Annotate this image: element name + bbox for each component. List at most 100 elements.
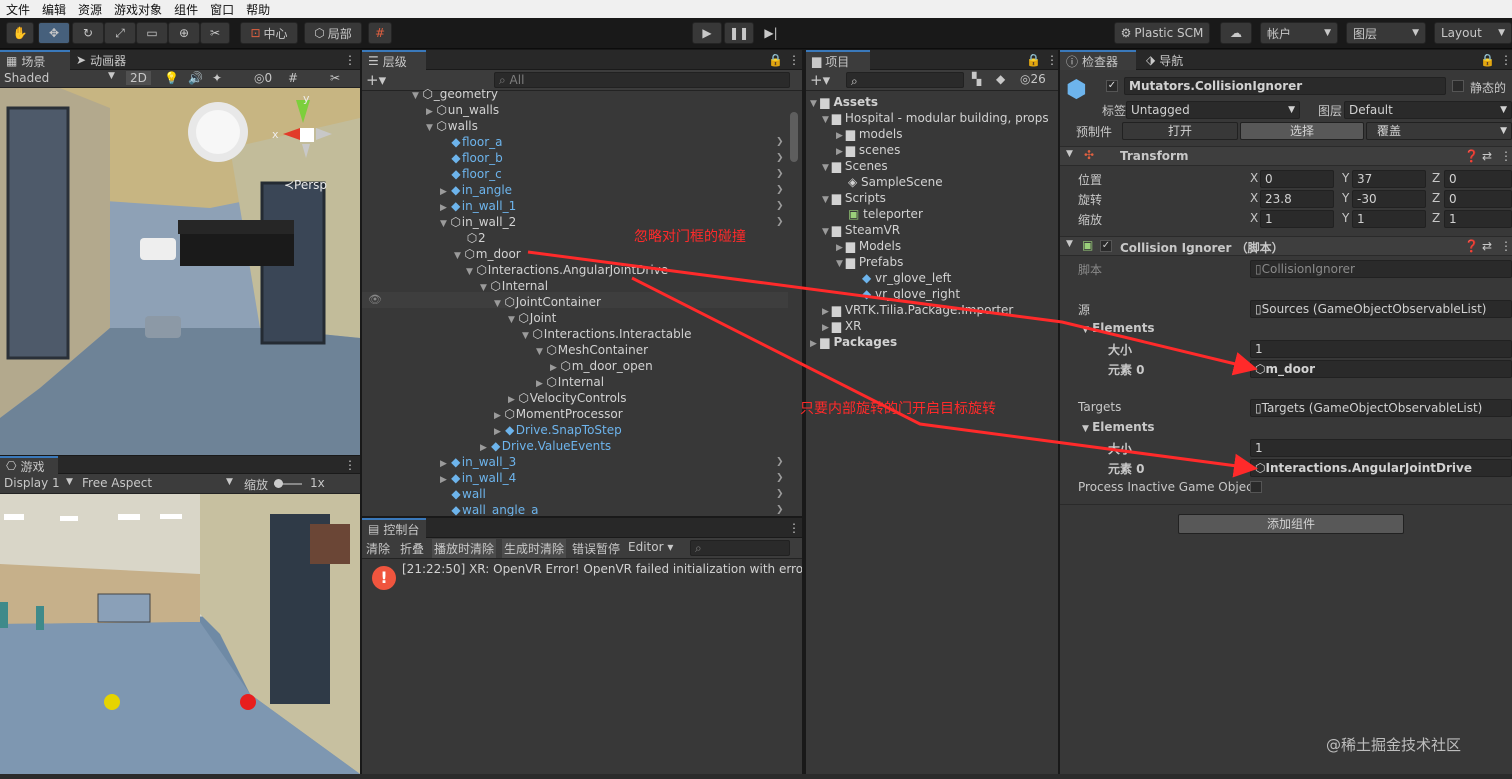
tree-item[interactable]: ▶ ◆in_wall_1 xyxy=(440,198,516,214)
folder-item[interactable]: ▶ ▆ models xyxy=(836,126,902,142)
tree-item[interactable]: ◆floor_c xyxy=(450,166,501,182)
tree-item[interactable]: ▶ ◆Drive.SnapToStep xyxy=(494,422,622,438)
project-search-input[interactable]: ⌕ xyxy=(846,72,964,88)
chevron-right-icon[interactable]: ❯ xyxy=(776,486,784,502)
tree-item[interactable]: ▼ ⬡Interactions.AngularJointDrive xyxy=(466,262,668,278)
lighting-icon[interactable]: 💡 xyxy=(164,71,179,85)
transform-tool-button[interactable]: ⊕ xyxy=(168,22,200,44)
layout-dropdown[interactable]: Layout ▼ xyxy=(1434,22,1512,44)
scale-tool-button[interactable]: ⤢ xyxy=(104,22,136,44)
menu-window[interactable]: 窗口 xyxy=(204,1,240,18)
asset-item[interactable]: ▣ teleporter xyxy=(848,206,923,222)
chevron-right-icon[interactable]: ❯ xyxy=(776,150,784,166)
targets-field[interactable]: ▯Targets (GameObjectObservableList) xyxy=(1250,399,1512,417)
position-y-field[interactable]: 37 xyxy=(1352,170,1426,188)
folder-item[interactable]: ▼ ▆ Prefabs xyxy=(836,254,903,270)
preset-icon[interactable]: ⇄ xyxy=(1482,239,1492,253)
tree-item[interactable]: ▶ ◆in_wall_4 xyxy=(440,470,516,486)
clear-on-play-button[interactable]: 播放时清除 xyxy=(432,539,497,558)
console-search-input[interactable]: ⌕ xyxy=(690,540,790,556)
pivot-button[interactable]: ⊡ 中心 xyxy=(240,22,298,44)
tree-item[interactable]: ▶ ⬡VelocityControls xyxy=(508,390,627,406)
folder-item[interactable]: ▼ ▆ Scripts xyxy=(822,190,886,206)
help-icon[interactable]: ❓ xyxy=(1464,149,1479,163)
tab-scene[interactable]: ▦ 场景 xyxy=(0,50,70,70)
filter-type-icon[interactable]: ▚ xyxy=(972,72,981,86)
asset-item[interactable]: ◆ vr_glove_left xyxy=(862,270,951,286)
chevron-right-icon[interactable]: ❯ xyxy=(776,198,784,214)
tab-console[interactable]: ▤ 控制台 xyxy=(362,518,426,538)
audio-icon[interactable]: 🔊 xyxy=(188,71,203,85)
grid-icon[interactable]: # xyxy=(288,71,298,85)
tree-item[interactable]: ▶ ◆Drive.ValueEvents xyxy=(480,438,611,454)
asset-item[interactable]: ◆ vr_glove_right xyxy=(862,286,960,302)
custom-tool-button[interactable]: ✂ xyxy=(200,22,230,44)
chevron-right-icon[interactable]: ❯ xyxy=(776,182,784,198)
static-checkbox[interactable] xyxy=(1452,80,1464,92)
space-button[interactable]: ⬡ 局部 xyxy=(304,22,362,44)
menu-assets[interactable]: 资源 xyxy=(72,1,108,18)
scale-z-field[interactable]: 1 xyxy=(1444,210,1512,228)
component-enabled-checkbox[interactable]: ✓ xyxy=(1100,240,1112,252)
kebab-icon[interactable]: ⋮ xyxy=(1500,239,1512,253)
prefab-overrides-dropdown[interactable]: 覆盖 ▼ xyxy=(1366,122,1512,140)
scale-slider-thumb[interactable] xyxy=(274,479,283,488)
tab-hierarchy[interactable]: ☰ 层级 xyxy=(362,50,426,70)
tree-item[interactable]: ▼ ⬡JointContainer xyxy=(494,294,601,310)
aspect-dropdown[interactable]: Free Aspect xyxy=(82,476,152,490)
collapse-button[interactable]: 折叠 xyxy=(400,540,424,557)
tree-item[interactable]: ▼ ⬡walls xyxy=(426,118,478,134)
sources-element0-field[interactable]: ⬡m_door xyxy=(1250,360,1512,378)
menu-file[interactable]: 文件 xyxy=(0,1,36,18)
editor-dropdown[interactable]: Editor ▾ xyxy=(628,540,673,554)
create-button[interactable]: +▾ xyxy=(366,71,386,89)
folder-item[interactable]: ▼ ▆ Scenes xyxy=(822,158,888,174)
cloud-button[interactable]: ☁ xyxy=(1220,22,1252,44)
rotate-tool-button[interactable]: ↻ xyxy=(72,22,104,44)
inspector-lock-button[interactable]: 🔒 xyxy=(1474,50,1495,70)
scale-y-field[interactable]: 1 xyxy=(1352,210,1426,228)
process-inactive-checkbox[interactable] xyxy=(1250,481,1262,493)
rotation-x-field[interactable]: 23.8 xyxy=(1260,190,1334,208)
targets-element0-field[interactable]: ⬡Interactions.AngularJointDrive xyxy=(1250,459,1512,477)
hierarchy-search-input[interactable]: ⌕ All xyxy=(494,72,790,88)
scene-viewport[interactable]: y x ≺Persp xyxy=(0,88,360,455)
targets-size-field[interactable]: 1 xyxy=(1250,439,1512,457)
chevron-right-icon[interactable]: ❯ xyxy=(776,134,784,150)
tree-item[interactable]: ◆floor_b xyxy=(450,150,502,166)
tree-item[interactable]: ▶ ⬡un_walls xyxy=(426,102,499,118)
menu-edit[interactable]: 编辑 xyxy=(36,1,72,18)
effects-icon[interactable]: ✦ xyxy=(212,71,222,85)
step-button[interactable]: ▶| xyxy=(756,22,786,44)
console-menu-button[interactable]: ⋮ xyxy=(782,518,800,538)
create-asset-button[interactable]: +▾ xyxy=(810,71,830,89)
visibility-icon[interactable]: 👁 xyxy=(368,292,382,308)
folder-item[interactable]: ▼ ▆ Assets xyxy=(810,94,878,110)
tree-item[interactable]: ▼ ⬡Interactions.Interactable xyxy=(522,326,691,342)
pause-button[interactable]: ❚❚ xyxy=(724,22,754,44)
tree-item[interactable]: ▼ ⬡_geometry xyxy=(412,86,498,102)
menu-help[interactable]: 帮助 xyxy=(240,1,276,18)
chevron-right-icon[interactable]: ❯ xyxy=(776,454,784,470)
tree-item[interactable]: ◆floor_a xyxy=(450,134,502,150)
preset-icon[interactable]: ⇄ xyxy=(1482,149,1492,163)
display-dropdown[interactable]: Display 1 xyxy=(4,476,60,490)
chevron-right-icon[interactable]: ❯ xyxy=(776,214,784,230)
grid-snap-button[interactable]: # xyxy=(368,22,392,44)
tree-item[interactable]: ▶ ◆in_wall_3 xyxy=(440,454,516,470)
tab-game[interactable]: ⎔ 游戏 xyxy=(0,456,58,474)
active-checkbox[interactable]: ✓ xyxy=(1106,80,1118,92)
tab-navigation[interactable]: ⬗ 导航 xyxy=(1140,50,1210,70)
rotation-y-field[interactable]: -30 xyxy=(1352,190,1426,208)
project-lock-button[interactable]: 🔒 xyxy=(1020,50,1041,70)
folder-item[interactable]: ▼ ▆ SteamVR xyxy=(822,222,900,238)
shading-mode-dropdown[interactable]: Shaded xyxy=(4,71,49,85)
menu-gameobject[interactable]: 游戏对象 xyxy=(108,1,168,18)
sources-field[interactable]: ▯Sources (GameObjectObservableList) xyxy=(1250,300,1512,318)
prefab-open-button[interactable]: 打开 xyxy=(1122,122,1238,140)
filter-label-icon[interactable]: ◆ xyxy=(996,72,1005,86)
play-button[interactable]: ▶ xyxy=(692,22,722,44)
tree-item[interactable]: ◆wall_angle_a xyxy=(450,502,538,516)
kebab-icon[interactable]: ⋮ xyxy=(1500,149,1512,163)
help-icon[interactable]: ❓ xyxy=(1464,239,1479,253)
